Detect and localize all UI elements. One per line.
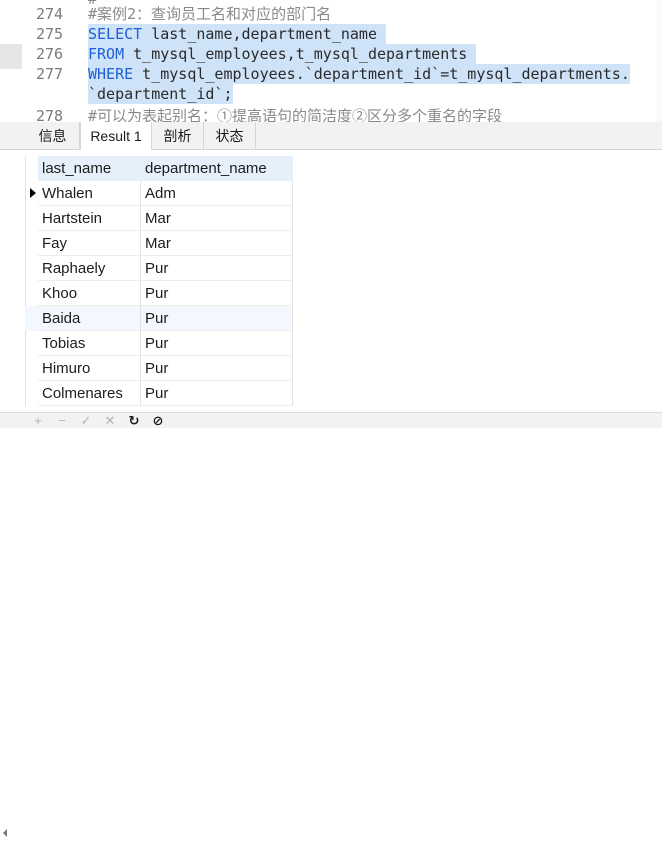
sql-comment: #可以为表起别名：①提高语句的简洁度②区分多个重名的字段 xyxy=(88,107,503,122)
sql-keyword: FROM xyxy=(88,45,125,63)
sql-comment: #案例2：查询员工名和对应的部门名 xyxy=(88,5,332,23)
scroll-left-arrow[interactable] xyxy=(0,825,8,841)
table-cell[interactable]: Pur xyxy=(141,281,293,306)
column-header-last-name[interactable]: last_name xyxy=(38,156,141,181)
code-text: #案例2：查询员工名和对应的部门名 xyxy=(88,4,331,24)
add-record-icon[interactable]: + xyxy=(30,413,46,429)
line-number: 277 xyxy=(36,65,64,83)
table-cell[interactable]: Raphaely xyxy=(38,256,141,281)
sql-text: last_name,department_name xyxy=(142,25,387,43)
result-grid[interactable]: last_name department_name Whalen Adm Hartste… xyxy=(0,150,662,412)
result-tabs: 信息 Result 1 剖析 状态 xyxy=(0,122,662,151)
sql-editor[interactable]: # 274#案例2：查询员工名和对应的部门名275SELECT last_nam… xyxy=(0,0,662,122)
table-cell[interactable]: Mar xyxy=(141,231,293,256)
line-number: 276 xyxy=(36,45,64,63)
gutter-marker xyxy=(0,44,22,69)
table-cell[interactable]: Pur xyxy=(141,256,293,281)
stop-icon[interactable]: ⊘ xyxy=(150,413,166,429)
table-cell[interactable]: Khoo xyxy=(38,281,141,306)
code-text: WHERE t_mysql_employees.`department_id`=… xyxy=(88,64,630,84)
table-cell[interactable]: Himuro xyxy=(38,356,141,381)
table-cell[interactable]: Fay xyxy=(38,231,141,256)
table-cell[interactable]: Pur xyxy=(141,356,293,381)
tab-result-1[interactable]: Result 1 xyxy=(80,122,152,151)
grid-toolbar: + − ✓ ✕ ↻ ⊘ xyxy=(0,412,662,837)
table-cell[interactable]: Colmenares xyxy=(38,381,141,406)
grid-left-border xyxy=(25,156,26,406)
tab-status[interactable]: 状态 xyxy=(204,122,256,150)
sql-text: `department_id`; xyxy=(88,85,233,103)
line-number: 274 xyxy=(36,5,64,23)
editor-scrollbar[interactable] xyxy=(656,0,662,122)
sql-text: t_mysql_employees,t_mysql_departments xyxy=(124,45,477,63)
table-cell[interactable]: Adm xyxy=(141,181,293,206)
refresh-icon[interactable]: ↻ xyxy=(126,413,142,429)
table-cell[interactable]: Pur xyxy=(141,381,293,406)
table-cell[interactable]: Tobias xyxy=(38,331,141,356)
code-text: `department_id`; xyxy=(88,84,233,104)
delete-record-icon[interactable]: − xyxy=(54,413,70,429)
code-text: SELECT last_name,department_name xyxy=(88,24,387,44)
table-cell[interactable]: Baida xyxy=(38,306,141,331)
code-text: FROM t_mysql_employees,t_mysql_departmen… xyxy=(88,44,477,64)
current-row-indicator xyxy=(30,188,36,198)
table-cell[interactable]: Hartstein xyxy=(38,206,141,231)
sql-keyword: SELECT xyxy=(88,25,143,43)
sql-keyword: WHERE xyxy=(88,65,134,83)
table-cell[interactable]: Pur xyxy=(141,306,293,331)
table-cell[interactable]: Pur xyxy=(141,331,293,356)
table-cell[interactable]: Mar xyxy=(141,206,293,231)
table-cell[interactable]: Whalen xyxy=(38,181,141,206)
tab-info[interactable]: 信息 xyxy=(26,122,80,150)
column-header-department-name[interactable]: department_name xyxy=(141,156,293,181)
tab-profile[interactable]: 剖析 xyxy=(152,122,204,150)
code-text: #可以为表起别名：①提高语句的简洁度②区分多个重名的字段 xyxy=(88,106,502,122)
line-number: 278 xyxy=(36,107,64,122)
discard-changes-icon[interactable]: ✕ xyxy=(102,413,118,429)
line-number: 275 xyxy=(36,25,64,43)
sql-text: t_mysql_employees.`department_id`=t_mysq… xyxy=(133,65,630,83)
apply-changes-icon[interactable]: ✓ xyxy=(78,413,94,429)
